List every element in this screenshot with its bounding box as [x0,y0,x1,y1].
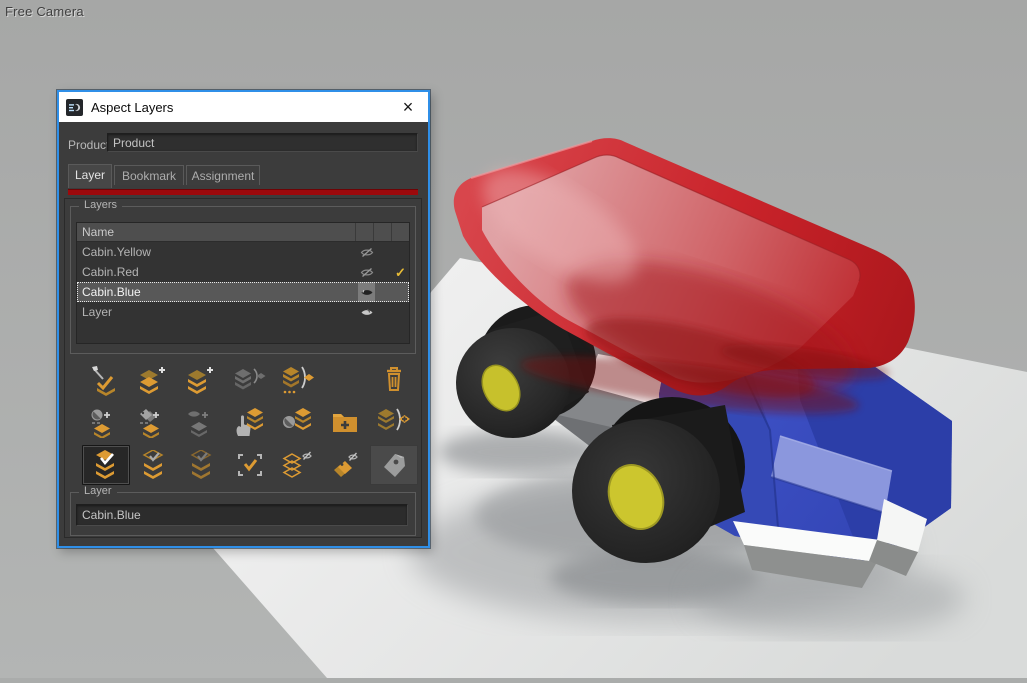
add-child-layer-button[interactable] [178,361,226,401]
add-child-layer-icon [186,366,218,396]
hide-tagged-button[interactable] [322,445,370,485]
camera-label: Free Camera [5,4,84,19]
tab-assignment[interactable]: Assignment [186,165,260,185]
dialog-title: Aspect Layers [91,100,173,115]
add-material-layer-icon [90,408,122,438]
hide-tagged-icon [330,450,362,480]
layers-groupbox: Layers Name Cabin.Yellow [70,206,416,354]
move-to-new-layer-button[interactable] [274,361,322,401]
move-to-layer-disabled-icon [234,366,266,396]
hide-unchecked-button[interactable] [274,445,322,485]
toggle-checked-icon [90,450,122,480]
eye-off-icon [360,267,374,278]
assign-material-icon [282,408,314,438]
eye-on-icon [360,287,374,298]
aspect-layers-dialog: Aspect Layers × Product: Layer Bookmark … [57,90,430,548]
visibility-toggle[interactable] [358,282,375,302]
toggle-checked-button[interactable] [82,445,130,485]
layer-check-cell[interactable]: ✓ [392,262,409,282]
delete-layer-button[interactable] [370,361,418,401]
layer-tab-panel: Layers Name Cabin.Yellow [64,198,422,538]
layers-toolbar [82,361,418,487]
tab-accent-bar [68,189,418,195]
layer-check-cell[interactable] [392,302,409,322]
tab-bookmark[interactable]: Bookmark [114,165,184,185]
spare-column-header[interactable] [374,223,392,241]
move-to-layer-disabled-button [226,361,274,401]
check-column-header[interactable] [392,223,409,241]
visibility-toggle[interactable] [358,302,375,322]
check-all-button[interactable] [130,445,178,485]
dialog-titlebar[interactable]: Aspect Layers × [59,92,428,122]
pick-aspect-layer-button[interactable] [82,361,130,401]
tab-layer[interactable]: Layer [68,164,112,188]
assign-material-to-layer-button[interactable] [274,403,322,443]
extract-layer-icon [378,408,410,438]
layer-group-label: Layer [79,485,117,497]
aspect-layers-app-icon [66,99,83,116]
add-group-button[interactable] [322,403,370,443]
extract-to-new-layer-button[interactable] [370,403,418,443]
select-checked-icon [234,450,266,480]
uncheck-all-icon [186,450,218,480]
assign-selection-to-layer-button[interactable] [226,403,274,443]
layer-groupbox: Layer [70,492,416,536]
layers-group-label: Layers [79,199,122,211]
layer-name-input[interactable] [76,504,408,526]
layer-row-cabin-red[interactable]: Cabin.Red ✓ [77,262,409,282]
visibility-column-header[interactable] [356,223,374,241]
visibility-toggle[interactable] [358,242,375,262]
layer-row-cabin-blue[interactable]: Cabin.Blue [77,282,409,302]
hide-unchecked-icon [282,450,314,480]
add-visibility-layer-disabled-icon [186,408,218,438]
add-tag-layer-button[interactable] [130,403,178,443]
pick-layer-icon [90,366,122,396]
layer-check-cell[interactable] [392,242,409,262]
layers-table: Name Cabin.Yellow [76,222,410,344]
layer-check-cell[interactable] [392,282,409,302]
add-material-layer-button[interactable] [82,403,130,443]
layer-row-layer[interactable]: Layer [77,302,409,322]
tag-icon [378,450,410,480]
folder-plus-icon [330,408,362,438]
assign-selection-icon [234,408,266,438]
eye-off-icon [360,247,374,258]
add-tag-layer-icon [138,408,170,438]
table-header[interactable]: Name [77,223,409,242]
active-check-icon: ✓ [395,266,406,279]
close-icon[interactable]: × [395,98,421,116]
toolbar-spacer [322,361,370,401]
check-all-icon [138,450,170,480]
eye-on-icon [360,307,374,318]
visibility-toggle[interactable] [358,262,375,282]
product-label: Product: [68,138,113,152]
add-visibility-layer-disabled-button [178,403,226,443]
layer-row-cabin-yellow[interactable]: Cabin.Yellow [77,242,409,262]
product-input[interactable] [107,133,418,152]
uncheck-all-button[interactable] [178,445,226,485]
show-tags-button[interactable] [370,445,418,485]
add-layer-button[interactable] [130,361,178,401]
move-to-new-layer-icon [282,366,314,396]
name-column-header[interactable]: Name [77,223,356,241]
add-layer-icon [138,366,170,396]
select-checked-button[interactable] [226,445,274,485]
trash-icon [378,366,410,396]
